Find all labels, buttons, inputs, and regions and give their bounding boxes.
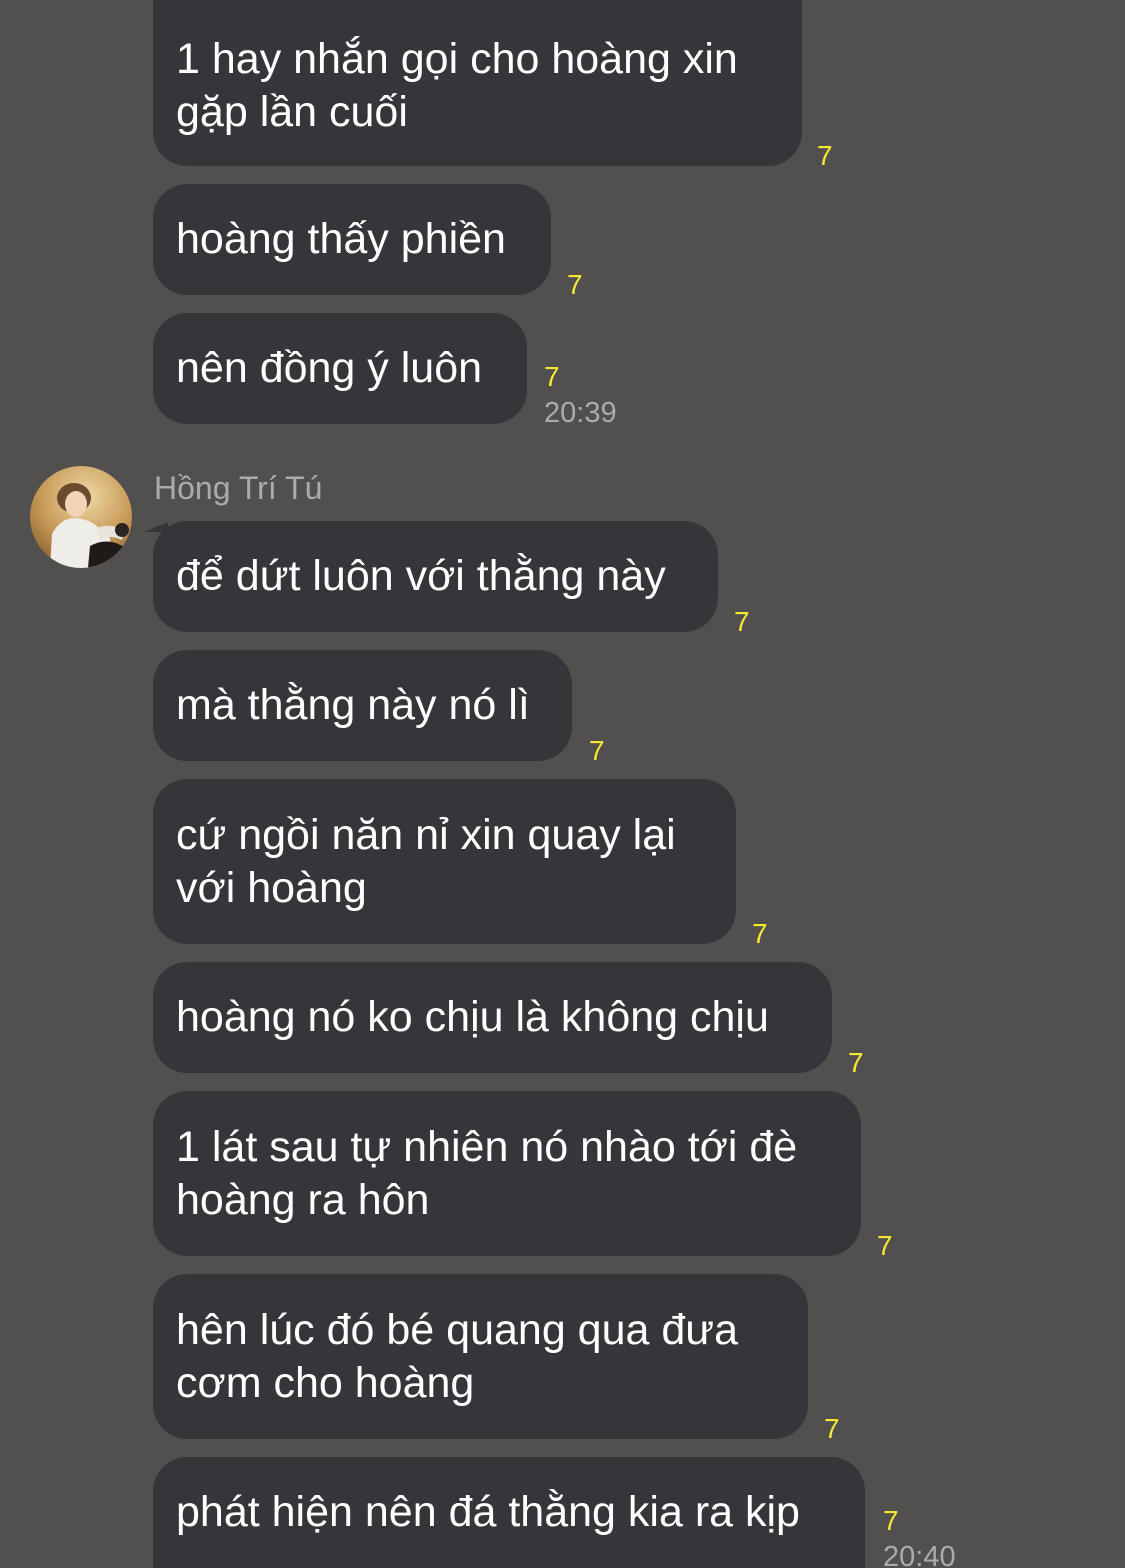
message-bubble[interactable]: để dứt luôn với thằng này — [153, 521, 718, 632]
message-bubble[interactable]: 1 lát sau tự nhiên nó nhào tới đè hoàng … — [153, 1091, 861, 1256]
message-bubble[interactable]: mà thằng này nó lì — [153, 650, 572, 761]
read-count: 7 — [824, 1413, 840, 1444]
message-bubble[interactable]: 1 hay nhắn gọi cho hoàng xin gặp lần cuố… — [153, 0, 802, 166]
avatar[interactable] — [30, 466, 132, 568]
read-count: 7 — [877, 1230, 893, 1261]
message-bubble[interactable]: cứ ngồi năn nỉ xin quay lại với hoàng — [153, 779, 736, 944]
read-count: 7 — [734, 606, 750, 637]
read-count: 7 — [567, 269, 583, 300]
read-count: 7 — [817, 140, 833, 171]
message-text: để dứt luôn với thằng này — [176, 552, 666, 600]
message-bubble[interactable]: hoàng nó ko chịu là không chịu — [153, 962, 832, 1073]
message-time: 20:40 — [883, 1541, 956, 1568]
message-text: cứ ngồi năn nỉ xin quay lại với hoàng — [176, 810, 676, 912]
read-count: 7 — [589, 735, 605, 766]
message-text: hên lúc đó bé quang qua đưa cơm cho hoàn… — [176, 1305, 738, 1407]
message-text: hoàng thấy phiền — [176, 215, 506, 263]
read-count: 7 — [848, 1047, 864, 1078]
message-text: hoàng nó ko chịu là không chịu — [176, 993, 769, 1041]
message-text: mà thằng này nó lì — [176, 681, 530, 729]
message-time: 20:39 — [544, 397, 617, 429]
message-bubble[interactable]: hên lúc đó bé quang qua đưa cơm cho hoàn… — [153, 1274, 808, 1439]
message-text: nên đồng ý luôn — [176, 344, 483, 392]
sender-name: Hồng Trí Tú — [154, 470, 323, 506]
message-bubble[interactable]: hoàng thấy phiền — [153, 184, 551, 295]
message-bubble[interactable]: phát hiện nên đá thằng kia ra kịp — [153, 1457, 865, 1568]
message-bubble[interactable]: nên đồng ý luôn — [153, 313, 527, 424]
read-count: 7 — [544, 361, 560, 392]
read-count: 7 — [883, 1505, 899, 1536]
chat-view[interactable]: 1 hay nhắn gọi cho hoàng xin gặp lần cuố… — [0, 0, 1125, 1568]
message-text: phát hiện nên đá thằng kia ra kịp — [176, 1488, 800, 1536]
message-text: 1 lát sau tự nhiên nó nhào tới đè hoàng … — [176, 1122, 798, 1224]
read-count: 7 — [752, 918, 768, 949]
profile-photo-icon — [30, 466, 132, 568]
message-text: 1 hay nhắn gọi cho hoàng xin gặp lần cuố… — [176, 35, 738, 136]
